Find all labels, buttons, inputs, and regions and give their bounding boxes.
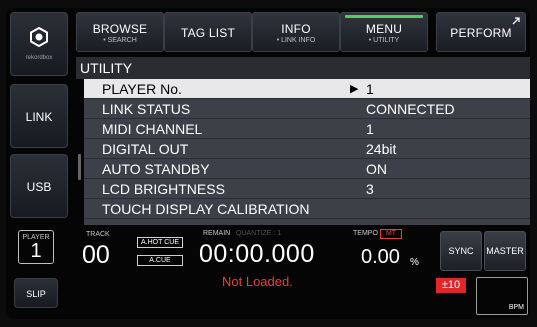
usb-button[interactable]: USB — [10, 154, 68, 218]
utility-row-value: 1 — [366, 121, 374, 137]
tempo-value: 0.00 — [361, 246, 400, 268]
utility-list: PLAYER No. ▶ 1 LINK STATUS CONNECTED MID… — [84, 79, 530, 225]
sync-button[interactable]: SYNC — [440, 231, 482, 271]
rekordbox-logo-button[interactable]: rekordbox — [10, 12, 68, 76]
track-number: 00 — [82, 241, 110, 269]
expand-arrow-icon — [512, 17, 520, 25]
utility-row-label: LINK STATUS — [102, 101, 191, 117]
tab-info-sub: • LINK INFO — [276, 37, 316, 44]
master-label: MASTER — [486, 246, 524, 256]
tab-perform-label: PERFORM — [450, 26, 512, 40]
tab-browse-sub: • SEARCH — [103, 37, 137, 44]
tempo-unit: % — [410, 257, 419, 268]
utility-row-value: 3 — [366, 181, 374, 197]
selection-arrow-icon: ▶ — [350, 83, 359, 95]
tab-browse[interactable]: BROWSE • SEARCH — [76, 12, 164, 52]
utility-row-label: MIDI CHANNEL — [102, 121, 203, 137]
rekordbox-label: rekordbox — [25, 55, 53, 61]
utility-row-link-status[interactable]: LINK STATUS CONNECTED — [84, 99, 530, 119]
utility-row-midi-channel[interactable]: MIDI CHANNEL 1 — [84, 119, 530, 139]
remain-label: REMAIN — [203, 230, 231, 237]
utility-row-auto-standby[interactable]: AUTO STANDBY ON — [84, 159, 530, 179]
utility-row-value: 1 — [366, 81, 374, 97]
master-button[interactable]: MASTER — [484, 231, 526, 271]
link-label: LINK — [25, 110, 53, 124]
tab-menu-active-indicator — [345, 15, 423, 18]
link-button[interactable]: LINK — [10, 84, 68, 148]
tab-perform[interactable]: PERFORM — [436, 12, 526, 52]
page-title: UTILITY — [76, 57, 530, 79]
utility-row-lcd-brightness[interactable]: LCD BRIGHTNESS 3 — [84, 179, 530, 199]
utility-row-label: DIGITAL OUT — [102, 141, 189, 157]
status-message: Not Loaded. — [222, 274, 293, 289]
player-number: 1 — [30, 240, 42, 262]
tempo-label: TEMPO — [353, 230, 378, 237]
tempo-range-label: ±10 — [441, 279, 461, 291]
tab-tag-list-label: TAG LIST — [180, 26, 236, 40]
a-hot-cue-indicator: A.HOT CUE — [137, 237, 183, 248]
player-number-box: PLAYER 1 — [18, 230, 54, 264]
bpm-label: BPM — [508, 304, 524, 311]
track-label: TRACK — [86, 231, 110, 238]
utility-row-label: TOUCH DISPLAY CALIBRATION — [102, 201, 310, 217]
utility-row-label: PLAYER No. — [102, 81, 182, 97]
a-hot-cue-label: A.HOT CUE — [141, 239, 179, 246]
slip-button[interactable]: SLIP — [14, 278, 58, 308]
tab-tag-list[interactable]: TAG LIST — [164, 12, 252, 52]
utility-row-digital-out[interactable]: DIGITAL OUT 24bit — [84, 139, 530, 159]
utility-row-label: AUTO STANDBY — [102, 161, 210, 177]
utility-row-value: CONNECTED — [366, 101, 455, 117]
utility-row-player-no[interactable]: PLAYER No. ▶ 1 — [84, 79, 530, 99]
time-display: 00:00.000 — [199, 240, 315, 268]
rekordbox-icon — [30, 26, 48, 48]
tab-browse-label: BROWSE — [92, 22, 148, 36]
master-tempo-label: MT — [385, 230, 397, 237]
a-cue-indicator: A.CUE — [137, 255, 183, 266]
quantize-label: QUANTIZE : 1 — [236, 230, 282, 237]
list-scrollbar[interactable] — [78, 154, 81, 180]
utility-row-value: ON — [366, 161, 387, 177]
tab-info-label: INFO — [281, 22, 311, 36]
slip-label: SLIP — [26, 289, 46, 299]
usb-label: USB — [26, 180, 52, 194]
player-screen: rekordbox LINK USB BROWSE • SEARCH TAG L… — [6, 8, 530, 319]
master-tempo-indicator: MT — [380, 229, 402, 239]
utility-row-value: 24bit — [366, 141, 397, 157]
utility-row-label: LCD BRIGHTNESS — [102, 181, 225, 197]
tab-menu-sub: • UTILITY — [368, 37, 400, 44]
tab-menu[interactable]: MENU • UTILITY — [340, 12, 428, 52]
tab-menu-label: MENU — [365, 22, 403, 36]
sync-label: SYNC — [448, 246, 474, 256]
tempo-range-badge: ±10 — [436, 278, 466, 293]
tab-info[interactable]: INFO • LINK INFO — [252, 12, 340, 52]
utility-row-touch-calibration[interactable]: TOUCH DISPLAY CALIBRATION — [84, 199, 530, 219]
bpm-display-box: BPM — [476, 277, 528, 315]
a-cue-label: A.CUE — [149, 257, 171, 264]
